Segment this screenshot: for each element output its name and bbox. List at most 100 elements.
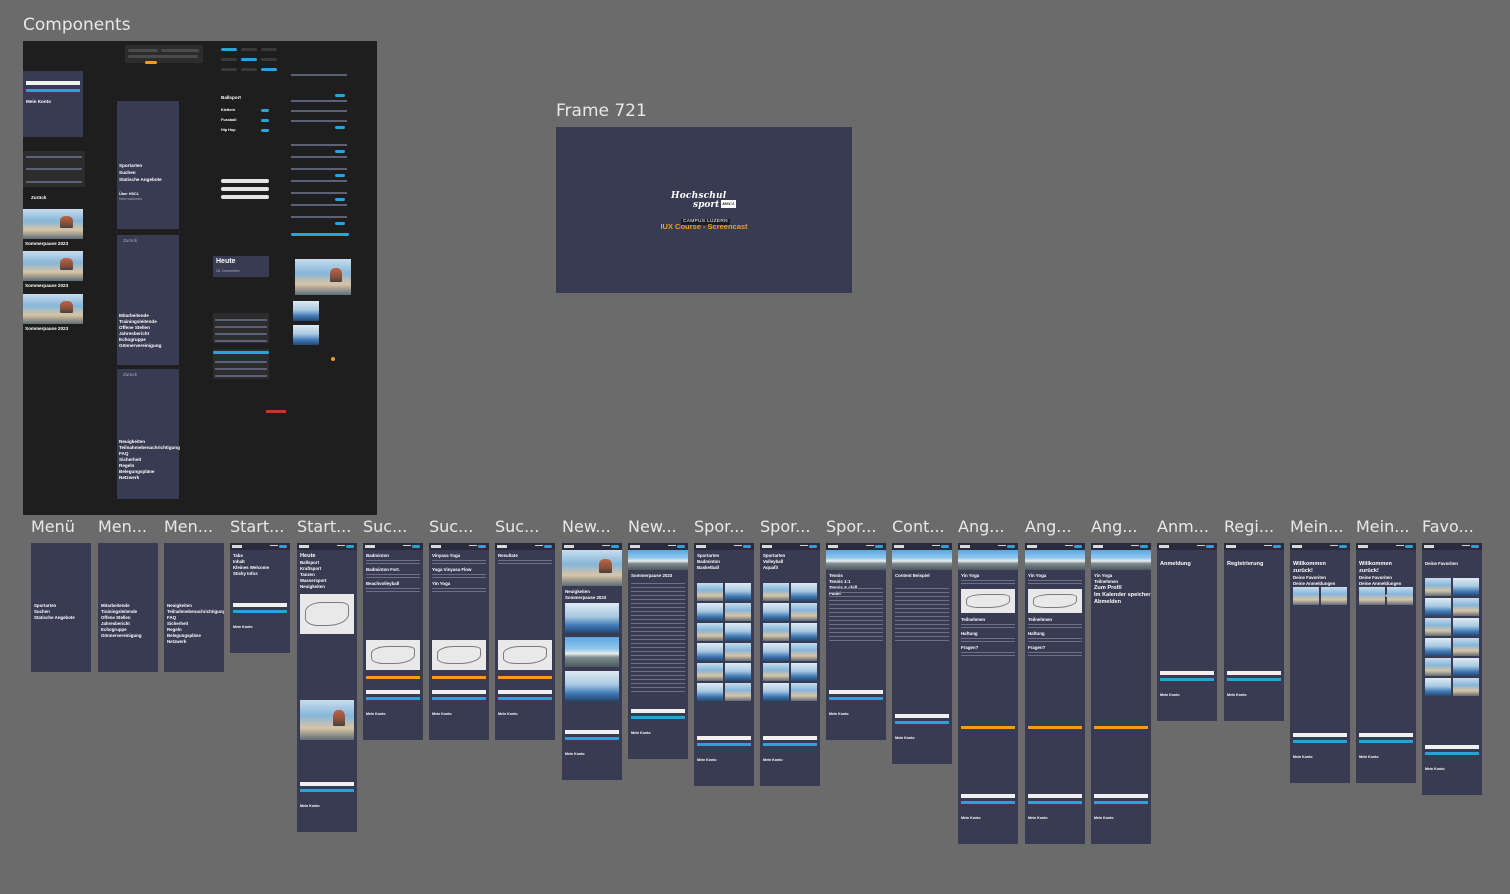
submit-button[interactable] bbox=[763, 743, 817, 746]
newsletter-field[interactable] bbox=[829, 690, 883, 694]
screen-1-text-4[interactable]: Echogruppe bbox=[101, 627, 127, 633]
screen-4[interactable]: Heute Ballsport Kraftsport Tanzen Wasserspor… bbox=[297, 543, 357, 832]
screen-5-text-2[interactable]: Beachvolleyball bbox=[366, 581, 399, 587]
frame-721[interactable]: Hochschul sport HSCL CAMPUS LUZERN IUX Co… bbox=[556, 127, 852, 293]
screen-label-9[interactable]: New... bbox=[628, 517, 677, 536]
footer-account[interactable]: Mein Konto bbox=[1359, 755, 1379, 761]
login-button[interactable] bbox=[1471, 545, 1479, 548]
newsletter-field[interactable] bbox=[498, 690, 552, 694]
grid-image[interactable] bbox=[763, 603, 789, 621]
grid-image[interactable] bbox=[725, 643, 751, 661]
newsletter-field[interactable] bbox=[1359, 733, 1413, 737]
menu-icon[interactable] bbox=[337, 545, 345, 548]
screen-label-15[interactable]: Ang... bbox=[1025, 517, 1072, 536]
footer-account[interactable]: Mein Konto bbox=[1160, 693, 1180, 699]
screen-12[interactable]: TennisTennis 1:1Tennis & chillPadelMein … bbox=[826, 543, 886, 740]
sport-item-klettern[interactable]: Klettern bbox=[221, 107, 235, 113]
grid-image[interactable] bbox=[697, 623, 723, 641]
newsletter-field[interactable] bbox=[631, 709, 685, 713]
screen-2-text-5[interactable]: Belegungspläne bbox=[167, 633, 201, 639]
grid-image[interactable] bbox=[725, 623, 751, 641]
sport-item-fussball[interactable]: Fussball bbox=[221, 117, 236, 123]
screen-21[interactable]: Deine Favoriten Mein Konto bbox=[1422, 543, 1482, 795]
screen-2-text-3[interactable]: Sicherheit bbox=[167, 621, 188, 627]
grid-image[interactable] bbox=[1453, 678, 1479, 696]
submit-button[interactable] bbox=[1227, 678, 1281, 681]
screen-label-12[interactable]: Spor... bbox=[826, 517, 876, 536]
login-button[interactable] bbox=[1206, 545, 1214, 548]
submit-button[interactable] bbox=[233, 610, 287, 613]
footer-account[interactable]: Mein Konto bbox=[498, 712, 518, 718]
components-frame-label[interactable]: Components bbox=[23, 15, 131, 35]
grid-image[interactable] bbox=[1425, 618, 1451, 636]
screen-label-3[interactable]: Start... bbox=[230, 517, 284, 536]
menu-item-team-5[interactable]: Gönnervereinigung bbox=[119, 343, 161, 349]
screen-label-13[interactable]: Cont... bbox=[892, 517, 945, 536]
sport-item-hiphop[interactable]: Hip Hop bbox=[221, 127, 236, 133]
newsletter-field[interactable] bbox=[432, 690, 486, 694]
grid-image[interactable] bbox=[763, 583, 789, 601]
grid-image[interactable] bbox=[791, 623, 817, 641]
grid-image[interactable] bbox=[791, 683, 817, 701]
submit-button[interactable] bbox=[1359, 740, 1413, 743]
register-button[interactable] bbox=[961, 726, 1015, 729]
login-button[interactable] bbox=[941, 545, 949, 548]
submit-button[interactable] bbox=[432, 697, 486, 700]
submit-button[interactable] bbox=[366, 697, 420, 700]
register-button[interactable] bbox=[1094, 726, 1148, 729]
grid-image[interactable] bbox=[763, 663, 789, 681]
submit-button[interactable] bbox=[1094, 801, 1148, 804]
screen-label-18[interactable]: Regi... bbox=[1224, 517, 1274, 536]
login-button[interactable] bbox=[1405, 545, 1413, 548]
grid-image[interactable] bbox=[697, 603, 723, 621]
submit-button[interactable] bbox=[631, 716, 685, 719]
menu-icon[interactable] bbox=[1396, 545, 1404, 548]
grid-image[interactable] bbox=[725, 583, 751, 601]
menu-icon[interactable] bbox=[535, 545, 543, 548]
grid-image[interactable] bbox=[725, 603, 751, 621]
show-more-button[interactable] bbox=[498, 676, 552, 679]
grid-image[interactable] bbox=[725, 663, 751, 681]
screen-1-text-1[interactable]: Trainingsleitende bbox=[101, 609, 137, 615]
screen-17[interactable]: Anmeldung Mein Konto bbox=[1157, 543, 1217, 721]
menu-icon[interactable] bbox=[1462, 545, 1470, 548]
grid-image[interactable] bbox=[1425, 658, 1451, 676]
grid-image[interactable] bbox=[697, 663, 723, 681]
news-card-title-3[interactable]: Sommerpause 2023 bbox=[25, 326, 68, 332]
menu-icon[interactable] bbox=[668, 545, 676, 548]
footer-account[interactable]: Mein Konto bbox=[432, 712, 452, 718]
menu-panel-main[interactable]: Sportarten Suchen Statische Angebote Übe… bbox=[117, 101, 179, 229]
submit-button[interactable] bbox=[565, 737, 619, 740]
menu-item-news-6[interactable]: Netzwerk bbox=[119, 475, 139, 481]
screen-5-text-0[interactable]: Badminton bbox=[366, 553, 389, 559]
footer-account[interactable]: Mein Konto bbox=[961, 816, 981, 822]
screen-3[interactable]: Tabs Inhalt Kleines Welcome Sticky Infos Mei… bbox=[230, 543, 290, 653]
screen-label-1[interactable]: Men... bbox=[98, 517, 147, 536]
grid-image[interactable] bbox=[791, 643, 817, 661]
footer-account[interactable]: Mein Konto bbox=[1094, 816, 1114, 822]
menu-icon[interactable] bbox=[1197, 545, 1205, 548]
login-button[interactable] bbox=[809, 545, 817, 548]
login-button[interactable] bbox=[677, 545, 685, 548]
menu-icon[interactable] bbox=[1264, 545, 1272, 548]
submit-button[interactable] bbox=[1425, 752, 1479, 755]
screen-label-16[interactable]: Ang... bbox=[1091, 517, 1138, 536]
newsletter-field[interactable] bbox=[1293, 733, 1347, 737]
login-button[interactable] bbox=[875, 545, 883, 548]
favorite-image[interactable] bbox=[1387, 587, 1413, 605]
login-button[interactable] bbox=[279, 545, 287, 548]
screen-5-text-1[interactable]: Badminton Fort. bbox=[366, 567, 400, 573]
screen-0-text-1[interactable]: Suchen bbox=[34, 609, 50, 615]
login-button[interactable] bbox=[1273, 545, 1281, 548]
screen-1-text-5[interactable]: Gönnervereinigung bbox=[101, 633, 142, 639]
menu-icon[interactable] bbox=[469, 545, 477, 548]
login-button[interactable] bbox=[1339, 545, 1347, 548]
newsletter-field[interactable] bbox=[565, 730, 619, 734]
favorite-image[interactable] bbox=[1359, 587, 1385, 605]
submit-button[interactable] bbox=[1028, 801, 1082, 804]
newsletter-field[interactable] bbox=[1425, 745, 1479, 749]
login-button[interactable] bbox=[611, 545, 619, 548]
news-card-title-1[interactable]: Sommerpause 2023 bbox=[25, 241, 68, 247]
submit-button[interactable] bbox=[1293, 740, 1347, 743]
footer-account[interactable]: Mein Konto bbox=[1293, 755, 1313, 761]
